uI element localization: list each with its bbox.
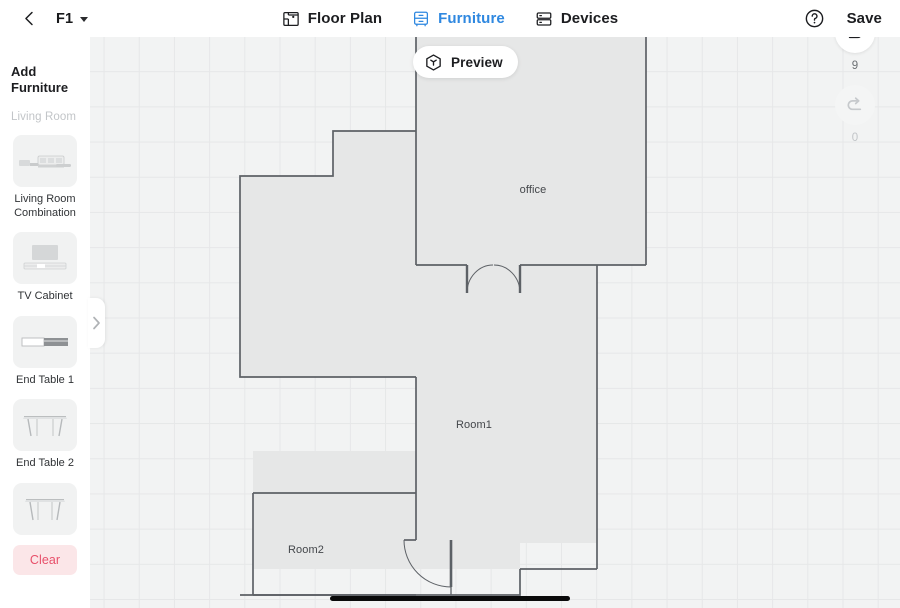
room-label-office: office: [519, 184, 547, 196]
room1-wall-bottom: [240, 569, 521, 596]
redo-count: 0: [851, 132, 859, 144]
floor-plan-icon: [282, 10, 300, 28]
sidebar-expand-handle[interactable]: [88, 298, 105, 348]
redo-button[interactable]: [835, 85, 875, 125]
room-label-room2: Room2: [288, 544, 324, 556]
cube-3d-icon: [424, 53, 443, 72]
tab-devices[interactable]: Devices: [533, 0, 620, 37]
preview-button[interactable]: Preview: [413, 46, 518, 78]
furniture-sidebar: Add Furniture Living Room Living Room Co…: [0, 37, 90, 608]
sidebar-item-tv-cabinet[interactable]: TV Cabinet: [0, 232, 90, 304]
question-circle-icon: [805, 9, 823, 28]
room-label-room1: Room1: [456, 419, 492, 431]
sidebar-item-label: End Table 2: [16, 457, 74, 469]
room2-floor: [253, 451, 416, 569]
clear-button[interactable]: Clear: [13, 544, 77, 575]
clear-label: Clear: [29, 552, 61, 567]
sidebar-item-end-table-2[interactable]: End Table 2: [0, 399, 90, 471]
sidebar-item-label: End Table 1: [16, 373, 74, 386]
end-table-2-thumb: [13, 399, 77, 451]
tab-floor-plan[interactable]: Floor Plan: [280, 0, 384, 37]
sidebar-item-label: TV Cabinet: [17, 290, 73, 302]
end-table-1-thumb: [13, 315, 77, 368]
sidebar-item-living-room-combination[interactable]: Living Room Combination: [0, 135, 90, 220]
chevron-right-icon: [93, 316, 100, 330]
app-header: F1 Floor Plan Furniture Devices Save: [0, 0, 900, 37]
end-table-3-thumb: [13, 482, 77, 535]
tab-furniture[interactable]: Furniture: [410, 0, 507, 37]
tab-label: Floor Plan: [307, 10, 383, 27]
header-right-group: Save: [804, 0, 882, 37]
undo-count: 9: [851, 60, 859, 72]
sidebar-category-living-room: Living Room: [11, 111, 77, 123]
sidebar-item-end-table-1[interactable]: End Table 1: [0, 315, 90, 388]
room-floors: [240, 37, 646, 569]
tab-label: Furniture: [438, 10, 505, 27]
help-button[interactable]: [804, 8, 825, 29]
floor-plan-editor-app: office Room1 Room2 Preview 9 0 Add Furni…: [0, 0, 900, 608]
sidebar-title: Add Furniture: [11, 64, 73, 96]
save-button[interactable]: Save: [847, 10, 882, 27]
redo-arrow-icon: [847, 97, 862, 111]
sidebar-title-line1: Add: [11, 64, 37, 79]
tab-label: Devices: [560, 10, 619, 27]
devices-stack-icon: [535, 10, 553, 28]
floor-plan-drawing: [239, 37, 647, 596]
sofa-combination-thumb: [13, 135, 77, 187]
sidebar-title-line2: Furniture: [11, 80, 69, 95]
tv-cabinet-thumb: [13, 232, 77, 284]
floor-plan-canvas[interactable]: office Room1 Room2: [0, 37, 900, 608]
home-indicator: [330, 596, 570, 601]
furniture-drawer-icon: [412, 10, 430, 28]
sidebar-item-end-table-3[interactable]: [0, 482, 90, 535]
sidebar-item-label: Living Room Combination: [14, 193, 76, 219]
preview-label: Preview: [451, 54, 503, 70]
header-tabs: Floor Plan Furniture Devices: [0, 0, 900, 37]
